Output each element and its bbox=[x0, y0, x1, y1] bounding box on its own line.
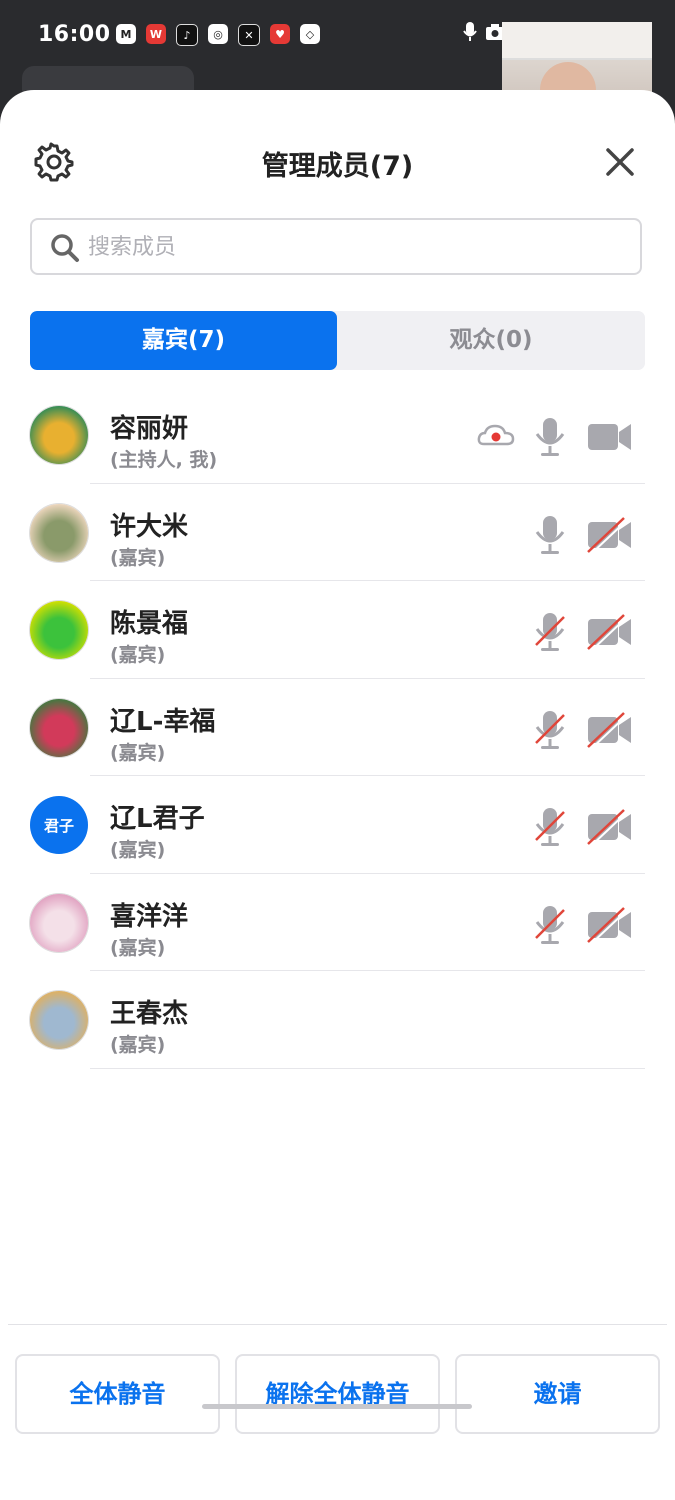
member-name: 喜洋洋 bbox=[110, 901, 189, 932]
avatar[interactable] bbox=[30, 601, 88, 659]
avatar[interactable]: 君子 bbox=[30, 796, 88, 854]
mail-app-icon: M bbox=[116, 24, 136, 44]
capcut-app-icon: ✕ bbox=[238, 24, 260, 46]
camera-off-icon[interactable] bbox=[586, 804, 631, 848]
avatar[interactable] bbox=[30, 698, 88, 757]
member-tabs: 嘉宾(7) 观众(0) bbox=[30, 311, 645, 370]
member-role: (嘉宾) bbox=[110, 936, 166, 959]
avatar[interactable] bbox=[30, 991, 88, 1049]
mic-muted-icon[interactable] bbox=[528, 707, 572, 751]
tiktok-app-icon: ♪ bbox=[176, 24, 198, 46]
status-bar: 16:00 M W ♪ ◎ ✕ ♥ ◇ HD 4G bbox=[0, 0, 675, 106]
cloud-recording-icon bbox=[474, 414, 518, 458]
mic-muted-icon[interactable] bbox=[528, 902, 572, 946]
member-role: (嘉宾) bbox=[110, 644, 166, 666]
tab-audience[interactable]: 观众(0) bbox=[337, 311, 645, 370]
member-name: 辽L君子 bbox=[110, 804, 205, 834]
microphone-icon[interactable] bbox=[528, 414, 572, 458]
browser-app-icon: ◎ bbox=[208, 24, 228, 44]
avatar-initials: 君子 bbox=[43, 816, 74, 835]
manage-members-sheet: 管理成员(7) 嘉宾(7) 观众(0) 容丽妍(主持人, 我) 许大米( bbox=[0, 90, 675, 1500]
mic-muted-icon[interactable] bbox=[528, 609, 572, 653]
health-app-icon: ♥ bbox=[270, 24, 290, 44]
member-role: (嘉宾) bbox=[110, 741, 166, 764]
microphone-icon[interactable] bbox=[528, 512, 572, 556]
close-icon[interactable] bbox=[602, 144, 638, 180]
member-name: 许大米 bbox=[110, 511, 189, 542]
member-row[interactable]: 容丽妍 (主持人, 我) bbox=[0, 386, 675, 484]
search-box bbox=[30, 218, 642, 275]
app-icon: W bbox=[146, 24, 166, 44]
member-role: (嘉宾) bbox=[110, 839, 166, 861]
cloud-app-icon: ◇ bbox=[300, 24, 320, 44]
camera-off-icon[interactable] bbox=[586, 609, 631, 653]
member-name: 辽L-幸福 bbox=[110, 706, 216, 737]
avatar[interactable] bbox=[30, 406, 88, 464]
avatar[interactable] bbox=[30, 503, 88, 562]
status-time: 16:00 bbox=[38, 22, 111, 47]
camera-off-icon[interactable] bbox=[586, 707, 631, 751]
avatar[interactable] bbox=[30, 893, 88, 952]
member-row[interactable]: 君子 辽L君子 (嘉宾) bbox=[0, 776, 675, 874]
microphone-status-icon bbox=[463, 22, 477, 41]
invite-button[interactable]: 邀请 bbox=[455, 1354, 660, 1434]
mic-muted-icon[interactable] bbox=[528, 804, 572, 848]
member-name: 陈景福 bbox=[110, 609, 189, 639]
member-role: (嘉宾) bbox=[110, 546, 166, 569]
member-row[interactable]: 辽L-幸福 (嘉宾) bbox=[0, 679, 675, 776]
status-app-icons: M W ♪ ◎ ✕ ♥ ◇ bbox=[116, 24, 320, 46]
home-indicator[interactable] bbox=[202, 1404, 472, 1409]
member-list: 容丽妍 (主持人, 我) 许大米 (嘉宾) 陈景福 (嘉宾) 辽L-幸福 (嘉宾… bbox=[0, 386, 675, 1069]
divider bbox=[8, 1324, 667, 1325]
video-camera-icon[interactable] bbox=[586, 414, 631, 458]
member-row[interactable]: 喜洋洋 (嘉宾) bbox=[0, 874, 675, 971]
member-row[interactable]: 陈景福 (嘉宾) bbox=[0, 581, 675, 679]
search-icon bbox=[51, 234, 79, 262]
tab-guests[interactable]: 嘉宾(7) bbox=[30, 311, 337, 370]
search-input[interactable] bbox=[86, 226, 630, 268]
row-divider bbox=[90, 1067, 645, 1069]
member-role: (主持人, 我) bbox=[110, 449, 218, 471]
mute-all-button[interactable]: 全体静音 bbox=[15, 1354, 220, 1434]
page-title: 管理成员(7) bbox=[261, 151, 414, 182]
member-name: 容丽妍 bbox=[110, 414, 189, 444]
unmute-all-button[interactable]: 解除全体静音 bbox=[235, 1354, 440, 1434]
camera-off-icon[interactable] bbox=[586, 512, 631, 556]
member-row[interactable]: 许大米 (嘉宾) bbox=[0, 484, 675, 581]
camera-off-icon[interactable] bbox=[586, 902, 631, 946]
member-row[interactable]: 王春杰 (嘉宾) bbox=[0, 971, 675, 1069]
member-name: 王春杰 bbox=[110, 999, 189, 1029]
member-role: (嘉宾) bbox=[110, 1034, 166, 1056]
